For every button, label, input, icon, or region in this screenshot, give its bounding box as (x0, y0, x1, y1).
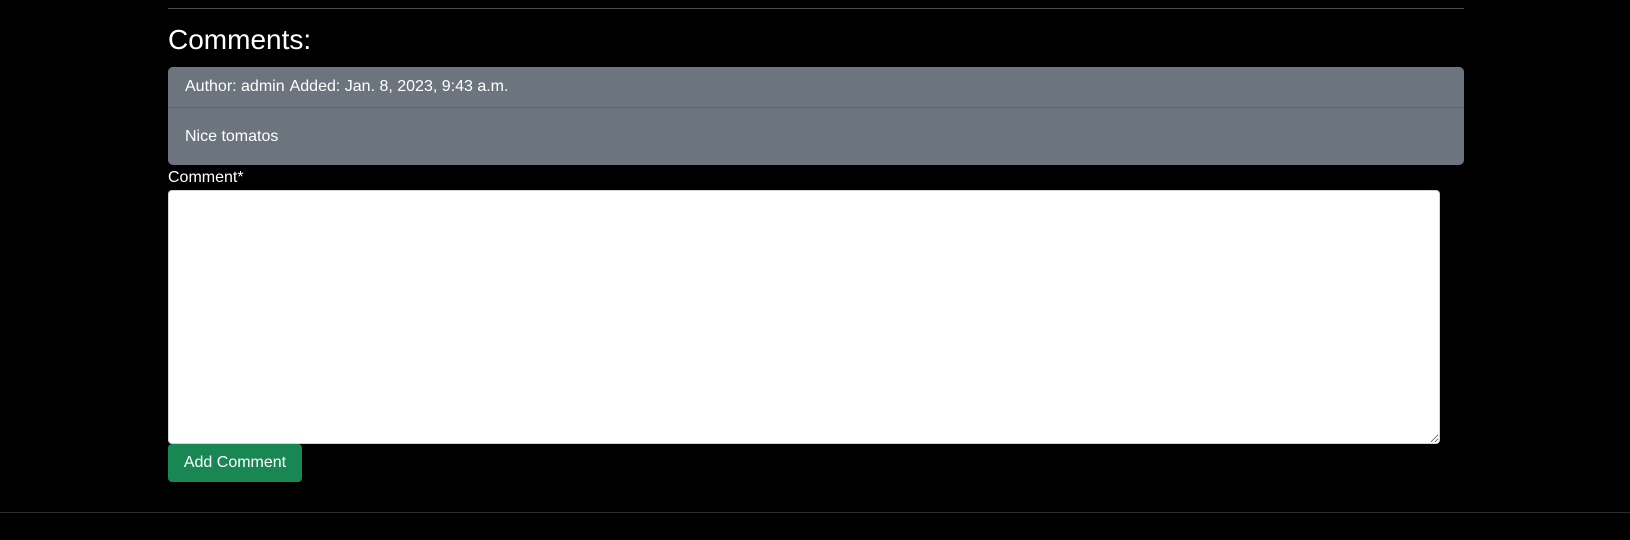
comment-author: Author: admin (185, 78, 285, 95)
comment-body: Nice tomatos (185, 127, 279, 145)
top-divider (168, 8, 1464, 9)
comment-textarea[interactable] (168, 190, 1440, 444)
comment-card: Author: admin Added: Jan. 8, 2023, 9:43 … (168, 67, 1464, 165)
add-comment-button[interactable]: Add Comment (168, 444, 302, 482)
comment-date: Added: Jan. 8, 2023, 9:43 a.m. (289, 78, 509, 95)
comment-header: Author: admin Added: Jan. 8, 2023, 9:43 … (168, 67, 1464, 108)
comment-field-label: Comment* (168, 169, 244, 186)
bottom-divider (0, 512, 1630, 513)
comments-heading: Comments: (168, 24, 312, 55)
page: Comments: Author: admin Added: Jan. 8, 2… (0, 0, 1630, 540)
